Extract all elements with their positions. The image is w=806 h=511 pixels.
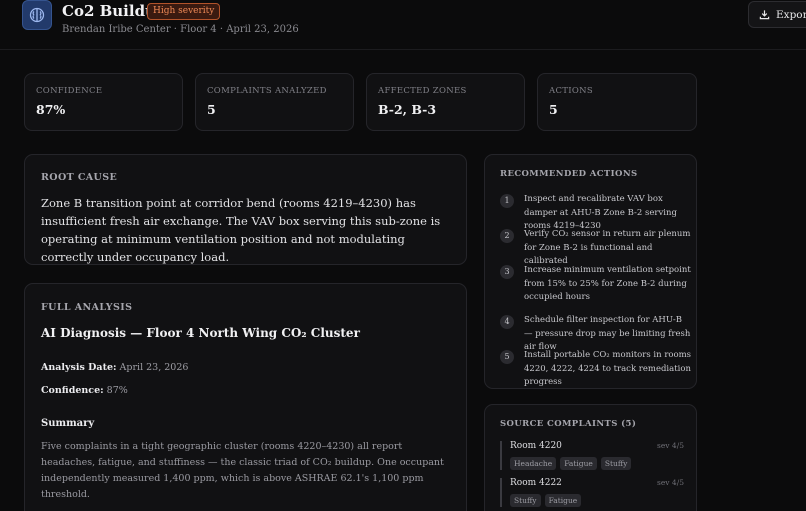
stat-value: B-2, B-3: [378, 102, 437, 117]
download-icon: [759, 10, 770, 20]
action-text: Verify CO₂ sensor in return air plenum f…: [524, 229, 691, 266]
symptom-tag: Fatigue: [560, 457, 597, 470]
page-subtitle: Brendan Iribe Center · Floor 4 · April 2…: [62, 24, 299, 35]
symptom-tag: Stuffy: [600, 457, 632, 470]
root-cause-text: Zone B transition point at corridor bend…: [41, 196, 441, 264]
action-text: Increase minimum ventilation setpoint fr…: [524, 265, 691, 302]
stat-value: 5: [207, 102, 216, 117]
full-analysis-card: Full Analysis AI Diagnosis — Floor 4 Nor…: [24, 283, 467, 511]
brain-icon: [22, 0, 52, 30]
action-item: 5 Install portable CO₂ monitors in rooms…: [500, 349, 692, 390]
summary-heading: Summary: [41, 418, 95, 429]
analysis-label: Full Analysis: [41, 302, 133, 313]
symptom-tag: Stuffy: [510, 494, 541, 507]
analysis-confidence: Confidence: 87%: [41, 385, 450, 396]
action-number: 3: [500, 265, 514, 279]
stat-label: Confidence: [36, 86, 103, 96]
analysis-title: AI Diagnosis — Floor 4 North Wing CO₂ Cl…: [41, 326, 360, 340]
action-item: 3 Increase minimum ventilation setpoint …: [500, 264, 692, 305]
stat-actions: Actions 5: [537, 73, 697, 131]
recommended-actions-card: Recommended Actions 1 Inspect and recali…: [484, 154, 697, 389]
action-number: 4: [500, 315, 514, 329]
severity-badge: High severity: [147, 3, 221, 20]
analysis-date-label: Analysis Date:: [41, 362, 117, 373]
complaint-tags: Stuffy Fatigue: [510, 494, 684, 507]
symptom-tag: Headache: [510, 457, 557, 470]
stat-label: Actions: [549, 86, 593, 96]
summary-text: Five complaints in a tight geographic cl…: [41, 441, 444, 500]
root-cause-label: Root Cause: [41, 172, 118, 183]
export-label: Export: [776, 8, 806, 21]
stat-label: Affected Zones: [378, 86, 467, 96]
actions-label: Recommended Actions: [500, 169, 638, 179]
complaint-severity: sev 4/5: [657, 478, 684, 487]
root-cause-card: Root Cause Zone B transition point at co…: [24, 154, 467, 265]
stat-value: 87%: [36, 102, 66, 117]
analysis-confidence-value: 87%: [106, 385, 128, 396]
action-number: 2: [500, 229, 514, 243]
action-number: 1: [500, 194, 514, 208]
complaint-severity: sev 4/5: [657, 441, 684, 450]
stat-confidence: Confidence 87%: [24, 73, 183, 131]
complaints-label: Source Complaints (5): [500, 419, 637, 429]
stat-value: 5: [549, 102, 558, 117]
complaint-tags: Headache Fatigue Stuffy: [510, 457, 684, 470]
analysis-date-value: April 23, 2026: [119, 362, 189, 373]
symptom-tag: Fatigue: [544, 494, 582, 507]
stat-complaints: Complaints Analyzed 5: [195, 73, 354, 131]
stat-label: Complaints Analyzed: [207, 86, 327, 96]
action-number: 5: [500, 350, 514, 364]
complaint-item[interactable]: Room 4220 sev 4/5 Headache Fatigue Stuff…: [500, 441, 684, 470]
export-button[interactable]: Export: [748, 1, 806, 28]
stat-zones: Affected Zones B-2, B-3: [366, 73, 525, 131]
action-item: 2 Verify CO₂ sensor in return air plenum…: [500, 228, 692, 269]
analysis-date: Analysis Date: April 23, 2026: [41, 362, 450, 373]
complaint-item[interactable]: Room 4222 sev 4/5 Stuffy Fatigue: [500, 478, 684, 507]
action-text: Install portable CO₂ monitors in rooms 4…: [524, 350, 692, 387]
source-complaints-card: Source Complaints (5) Room 4220 sev 4/5 …: [484, 404, 697, 511]
analysis-confidence-label: Confidence:: [41, 385, 104, 396]
page-header: Co2 Buildup High severity Brendan Iribe …: [0, 0, 806, 50]
